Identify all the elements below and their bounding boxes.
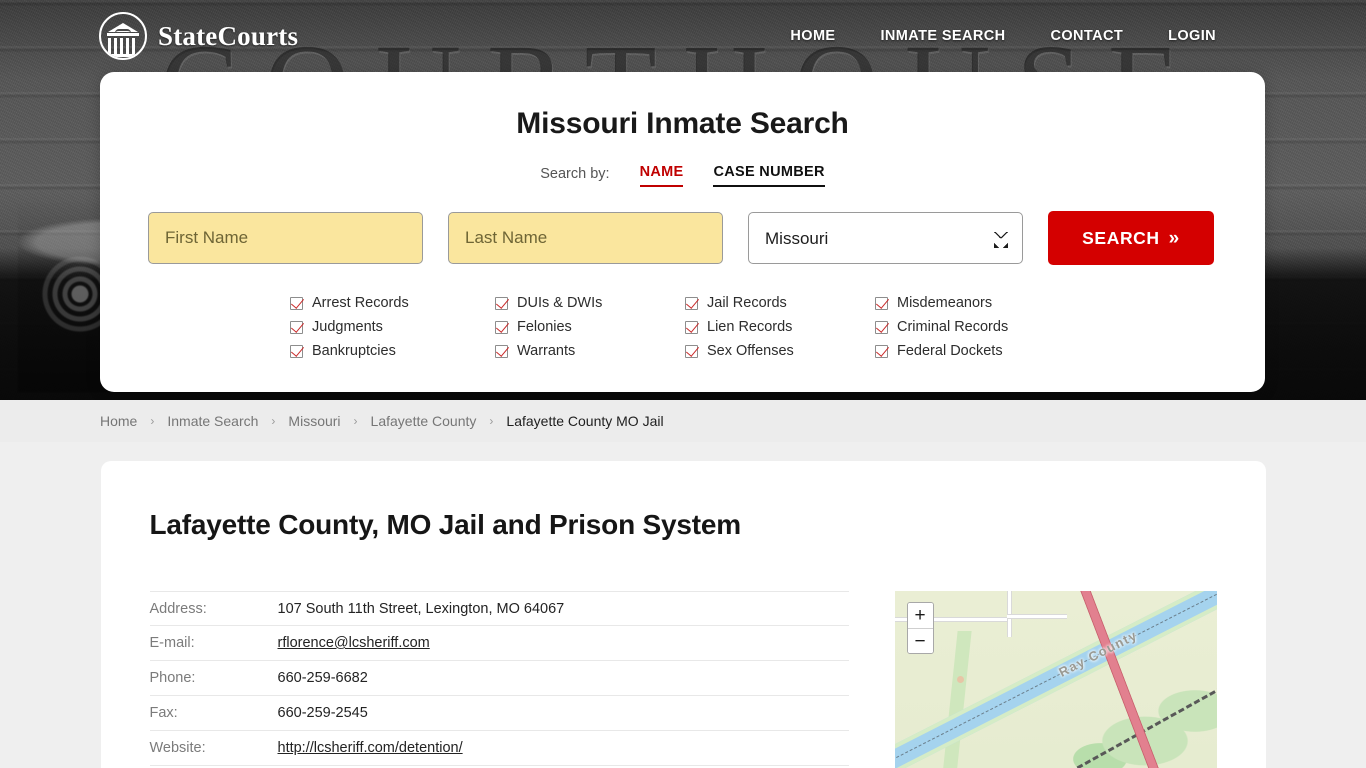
search-form: Missouri SEARCH » (148, 211, 1217, 265)
checkbox-checked-icon (875, 344, 888, 358)
last-name-input[interactable] (448, 212, 723, 264)
breadcrumb-item-missouri[interactable]: Missouri (288, 413, 340, 429)
detail-value-phone: 660-259-6682 (277, 670, 368, 686)
main-nav: HOME INMATE SEARCH CONTACT LOGIN (790, 28, 1216, 44)
record-type-item[interactable]: Warrants (495, 339, 685, 363)
checkbox-checked-icon (875, 296, 888, 310)
page-title: Lafayette County, MO Jail and Prison Sys… (149, 509, 742, 540)
record-type-list: Arrest Records DUIs & DWIs Jail Records … (148, 291, 1217, 363)
record-type-label: Federal Dockets (897, 343, 1003, 359)
record-type-item[interactable]: Jail Records (685, 291, 875, 315)
record-type-item[interactable]: Criminal Records (875, 315, 1075, 339)
record-type-item[interactable]: Sex Offenses (685, 339, 875, 363)
table-row: Address: 107 South 11th Street, Lexingto… (149, 591, 849, 626)
record-type-item[interactable]: Arrest Records (290, 291, 495, 315)
tab-case-number[interactable]: CASE NUMBER (713, 164, 825, 187)
record-type-item[interactable]: Lien Records (685, 315, 875, 339)
detail-label: Fax: (149, 705, 178, 721)
breadcrumb-separator-icon: › (489, 414, 494, 428)
checkbox-checked-icon (290, 296, 303, 310)
checkbox-checked-icon (290, 320, 303, 334)
record-type-label: DUIs & DWIs (517, 295, 603, 311)
record-type-label: Misdemeanors (897, 295, 993, 311)
detail-value-website: http://lcsheriff.com/detention/ (278, 740, 463, 756)
record-type-label: Warrants (517, 343, 576, 359)
map-zoom-out-button[interactable]: − (907, 628, 933, 653)
map-road (1006, 614, 1067, 619)
search-by-label: Search by: (540, 166, 610, 182)
record-type-label: Bankruptcies (312, 343, 396, 359)
breadcrumb-item-home[interactable]: Home (100, 413, 137, 429)
hero-banner: COURTHOUSE StateCourts HOME INMATE SEARC… (0, 0, 1366, 400)
map-zoom-controls: + − (906, 602, 934, 654)
courthouse-circle-icon (99, 12, 147, 60)
detail-label: Phone: (149, 670, 196, 686)
email-link[interactable]: rflorence@lcsheriff.com (278, 635, 430, 651)
breadcrumb-item-lafayette-county[interactable]: Lafayette County (371, 413, 477, 429)
checkbox-checked-icon (875, 320, 888, 334)
record-type-label: Sex Offenses (707, 343, 794, 359)
map-zoom-in-button[interactable]: + (907, 603, 933, 628)
record-type-label: Lien Records (707, 319, 793, 335)
detail-value-email: rflorence@lcsheriff.com (278, 635, 430, 651)
record-type-item[interactable]: DUIs & DWIs (495, 291, 685, 315)
checkbox-checked-icon (495, 296, 508, 310)
checkbox-checked-icon (685, 320, 698, 334)
checkbox-checked-icon (685, 344, 698, 358)
breadcrumb-separator-icon: › (353, 414, 358, 428)
breadcrumb-separator-icon: › (150, 414, 155, 428)
website-link[interactable]: http://lcsheriff.com/detention/ (278, 740, 463, 756)
tab-name[interactable]: NAME (639, 164, 684, 187)
checkbox-checked-icon (495, 344, 508, 358)
breadcrumb-separator-icon: › (271, 414, 276, 428)
state-select[interactable]: Missouri (748, 212, 1023, 264)
search-by-row: Search by: NAME CASE NUMBER (148, 164, 1217, 187)
record-type-item[interactable]: Judgments (290, 315, 495, 339)
record-type-label: Arrest Records (312, 295, 409, 311)
checkbox-checked-icon (495, 320, 508, 334)
brand[interactable]: StateCourts (99, 12, 298, 60)
record-type-item[interactable]: Federal Dockets (875, 339, 1075, 363)
search-card-title: Missouri Inmate Search (516, 107, 849, 140)
facility-body: Address: 107 South 11th Street, Lexingto… (149, 591, 1217, 768)
breadcrumb-item-current: Lafayette County MO Jail (506, 413, 664, 429)
detail-value-fax: 660-259-2545 (277, 705, 368, 721)
record-type-item[interactable]: Bankruptcies (290, 339, 495, 363)
content-area: Lafayette County, MO Jail and Prison Sys… (0, 442, 1366, 768)
facility-card: Lafayette County, MO Jail and Prison Sys… (100, 461, 1266, 768)
breadcrumb-item-inmate-search[interactable]: Inmate Search (167, 413, 258, 429)
map-poi-marker (956, 676, 964, 683)
breadcrumb: Home › Inmate Search › Missouri › Lafaye… (0, 400, 1366, 442)
table-row: E-mail: rflorence@lcsheriff.com (149, 626, 849, 661)
record-type-item[interactable]: Felonies (495, 315, 685, 339)
table-row: Website: http://lcsheriff.com/detention/ (149, 731, 849, 766)
detail-value-address: 107 South 11th Street, Lexington, MO 640… (277, 600, 565, 617)
nav-item-home[interactable]: HOME (790, 28, 835, 44)
record-type-label: Felonies (517, 319, 572, 335)
first-name-input[interactable] (148, 212, 423, 264)
facility-details-table: Address: 107 South 11th Street, Lexingto… (149, 591, 849, 768)
checkbox-checked-icon (685, 296, 698, 310)
brand-name: StateCourts (158, 20, 299, 51)
nav-item-contact[interactable]: CONTACT (1050, 28, 1123, 44)
inmate-search-card: Missouri Inmate Search Search by: NAME C… (100, 72, 1265, 392)
checkbox-checked-icon (290, 344, 303, 358)
search-button[interactable]: SEARCH » (1048, 211, 1214, 265)
record-type-item[interactable]: Misdemeanors (875, 291, 1075, 315)
search-button-label: SEARCH (1082, 227, 1160, 248)
table-row: Phone: 660-259-6682 (149, 661, 849, 696)
double-chevron-right-icon: » (1168, 227, 1180, 249)
nav-item-inmate-search[interactable]: INMATE SEARCH (881, 28, 1006, 44)
table-row: Fax: 660-259-2545 (149, 696, 849, 731)
record-type-label: Jail Records (707, 295, 787, 311)
nav-item-login[interactable]: LOGIN (1168, 28, 1216, 44)
detail-label: E-mail: (149, 635, 195, 651)
record-type-label: Criminal Records (897, 319, 1009, 335)
top-navigation-bar: StateCourts HOME INMATE SEARCH CONTACT L… (0, 0, 1366, 72)
record-type-label: Judgments (312, 319, 383, 335)
detail-label: Address: (149, 600, 207, 617)
location-map[interactable]: Ray County + − (894, 591, 1217, 768)
detail-label: Website: (149, 740, 206, 756)
